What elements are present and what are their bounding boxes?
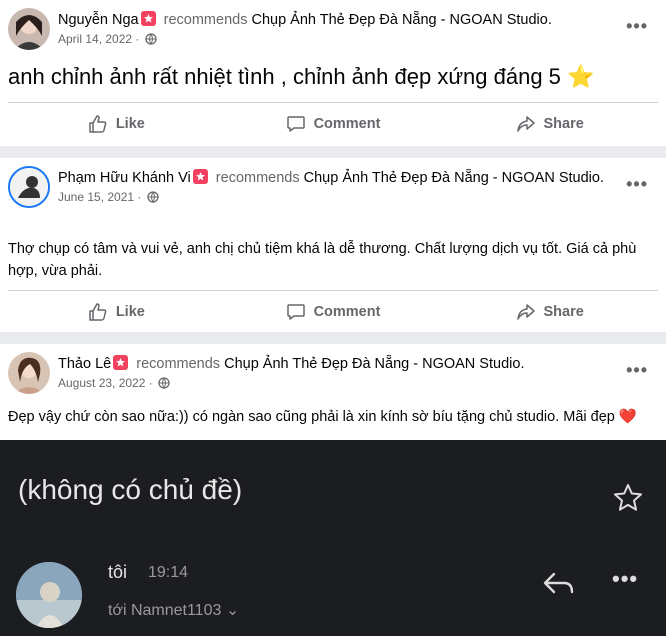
review-card: Phạm Hữu Khánh Vi recommends Chụp Ảnh Th… [0,158,666,332]
share-label: Share [543,116,584,132]
review-header: Thảo Lê recommends Chụp Ảnh Thẻ Đẹp Đà N… [8,352,658,396]
date-line: June 15, 2021 · [58,189,618,205]
like-button[interactable]: Like [8,292,225,332]
recommend-badge-icon [140,11,156,26]
page: Nguyễn Nga recommends Chụp Ảnh Thẻ Đẹp Đ… [0,0,666,636]
email-subject: (không có chủ đề) [18,474,243,505]
author-name[interactable]: Nguyễn Nga [58,12,139,28]
globe-icon [147,191,159,203]
recommends-text: recommends [215,170,300,186]
review-text: Đẹp vậy chứ còn sao nữa:)) có ngàn sao c… [8,409,637,425]
recommends-text: recommends [136,356,221,372]
more-options-icon[interactable]: ••• [626,175,648,193]
comment-button[interactable]: Comment [225,292,442,332]
period: . [547,12,552,28]
email-time: 19:14 [148,564,189,581]
share-label: Share [543,304,584,320]
share-button[interactable]: Share [441,104,658,144]
period: . [599,170,605,186]
author-name[interactable]: Phạm Hữu Khánh Vi [58,170,191,186]
like-icon [89,115,107,133]
review-text: Thợ chụp có tâm và vui vẻ, anh chị chủ t… [8,241,637,279]
page-link[interactable]: Chụp Ảnh Thẻ Đẹp Đà Nẵng - NGOAN Studio [251,12,547,28]
avatar[interactable] [8,166,50,208]
reply-icon[interactable] [542,570,576,603]
review-card: Nguyễn Nga recommends Chụp Ảnh Thẻ Đẹp Đ… [0,0,666,146]
comment-icon [286,116,305,132]
post-date[interactable]: April 14, 2022 [58,32,132,46]
action-bar: Like Comment Share [8,292,658,332]
globe-icon [145,33,157,45]
more-icon[interactable]: ••• [612,568,638,590]
review-meta: Nguyễn Nga recommends Chụp Ảnh Thẻ Đẹp Đ… [58,10,618,47]
recommends-text: recommends [163,12,248,28]
recommend-badge-icon [113,355,129,370]
divider [8,290,658,291]
page-link[interactable]: Chụp Ảnh Thẻ Đẹp Đà Nẵng - NGOAN Studio [224,356,520,372]
avatar[interactable] [8,352,50,394]
share-icon [516,304,535,320]
star-icon[interactable] [612,482,644,519]
author-name[interactable]: Thảo Lê [58,356,111,372]
recipients-text: tới Namnet1103 [108,602,222,619]
review-header: Nguyễn Nga recommends Chụp Ảnh Thẻ Đẹp Đ… [8,8,658,52]
chevron-down-icon[interactable]: ⌄ [226,602,239,619]
date-line: April 14, 2022 · [58,31,618,47]
globe-icon [158,377,170,389]
comment-icon [286,304,305,320]
post-date[interactable]: June 15, 2021 [58,190,134,204]
action-bar: Like Comment Share [8,104,658,144]
like-icon [89,303,107,321]
review-text: anh chỉnh ảnh rất nhiệt tình , chỉnh ảnh… [8,64,595,89]
sender-name: tôi [108,562,128,582]
share-icon [516,116,535,132]
recipients-line[interactable]: tới Namnet1103 ⌄ [108,600,239,620]
review-meta: Phạm Hữu Khánh Vi recommends Chụp Ảnh Th… [58,168,618,205]
share-button[interactable]: Share [441,292,658,332]
date-line: August 23, 2022 · [58,375,618,391]
email-panel: (không có chủ đề) tôi 19:14 tới Namnet11… [0,440,666,636]
more-options-icon[interactable]: ••• [626,361,648,379]
post-date[interactable]: August 23, 2022 [58,376,145,390]
divider [8,102,658,103]
comment-button[interactable]: Comment [225,104,442,144]
like-label: Like [115,304,145,320]
avatar[interactable] [8,8,50,50]
like-label: Like [115,116,145,132]
sender-avatar[interactable] [16,562,82,628]
comment-label: Comment [313,304,381,320]
review-card: Thảo Lê recommends Chụp Ảnh Thẻ Đẹp Đà N… [0,344,666,440]
more-options-icon[interactable]: ••• [626,17,648,35]
page-link[interactable]: Chụp Ảnh Thẻ Đẹp Đà Nẵng - NGOAN Studio [304,170,600,186]
review-header: Phạm Hữu Khánh Vi recommends Chụp Ảnh Th… [8,166,658,210]
like-button[interactable]: Like [8,104,225,144]
period: . [520,356,525,372]
recommend-badge-icon [192,169,208,184]
comment-label: Comment [313,116,381,132]
review-meta: Thảo Lê recommends Chụp Ảnh Thẻ Đẹp Đà N… [58,354,618,391]
